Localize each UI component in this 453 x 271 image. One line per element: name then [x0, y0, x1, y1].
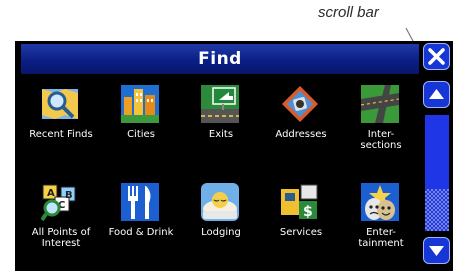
entertainment-icon [361, 183, 399, 221]
tile-lodging[interactable]: Lodging [181, 175, 261, 261]
close-icon [428, 48, 445, 65]
tile-label: Services [279, 227, 323, 238]
tile-label: Cities [127, 129, 155, 140]
tile-addresses[interactable]: Addresses [261, 77, 341, 163]
food-drink-icon [121, 183, 159, 221]
tile-food-drink[interactable]: Food & Drink [101, 175, 181, 261]
cities-icon [121, 85, 159, 123]
tile-exits[interactable]: Exits [181, 77, 261, 163]
lodging-icon [201, 183, 239, 221]
page-title: Find [198, 49, 242, 69]
category-grid: Recent Finds Cities Exits Addresses Inte… [21, 77, 419, 267]
title-bar: Find [21, 44, 419, 74]
scrollbar-thumb[interactable] [425, 115, 449, 189]
find-screen: Find Recent Finds Cities Exits Addresses… [15, 41, 453, 271]
exits-icon [201, 85, 239, 123]
tile-intersections[interactable]: Inter- sections [341, 77, 421, 163]
tile-label: Addresses [275, 129, 327, 140]
scrollbar-track[interactable] [425, 115, 449, 231]
points-of-interest-icon: A B C [41, 184, 76, 221]
recent-finds-icon [42, 89, 78, 119]
scroll-column [421, 41, 453, 271]
scroll-down-button[interactable] [423, 237, 450, 264]
scrollbar-remaining-area [425, 189, 449, 231]
svg-text:A: A [47, 188, 55, 199]
svg-text:B: B [65, 190, 73, 201]
tile-cities[interactable]: Cities [101, 77, 181, 163]
tile-label: Food & Drink [108, 227, 174, 238]
tile-label: All Points of Interest [31, 227, 91, 249]
tile-label: Exits [208, 129, 234, 140]
addresses-icon [282, 86, 318, 122]
svg-text:$: $ [303, 204, 313, 220]
scroll-up-button[interactable] [423, 81, 450, 108]
tile-all-points-of-interest[interactable]: A B C All Points of Interest [21, 175, 101, 261]
intersections-icon [361, 85, 399, 123]
tile-entertainment[interactable]: Enter- tainment [341, 175, 421, 261]
arrow-down-icon [429, 246, 444, 256]
tile-recent-finds[interactable]: Recent Finds [21, 77, 101, 163]
tile-label: Lodging [201, 227, 241, 238]
arrow-up-icon [429, 89, 444, 99]
tile-services[interactable]: $ Services [261, 175, 341, 261]
tile-label: Inter- sections [360, 129, 402, 151]
tile-label: Enter- tainment [358, 227, 404, 249]
close-button[interactable] [423, 43, 450, 70]
services-icon: $ [281, 184, 318, 220]
tile-label: Recent Finds [29, 129, 93, 140]
